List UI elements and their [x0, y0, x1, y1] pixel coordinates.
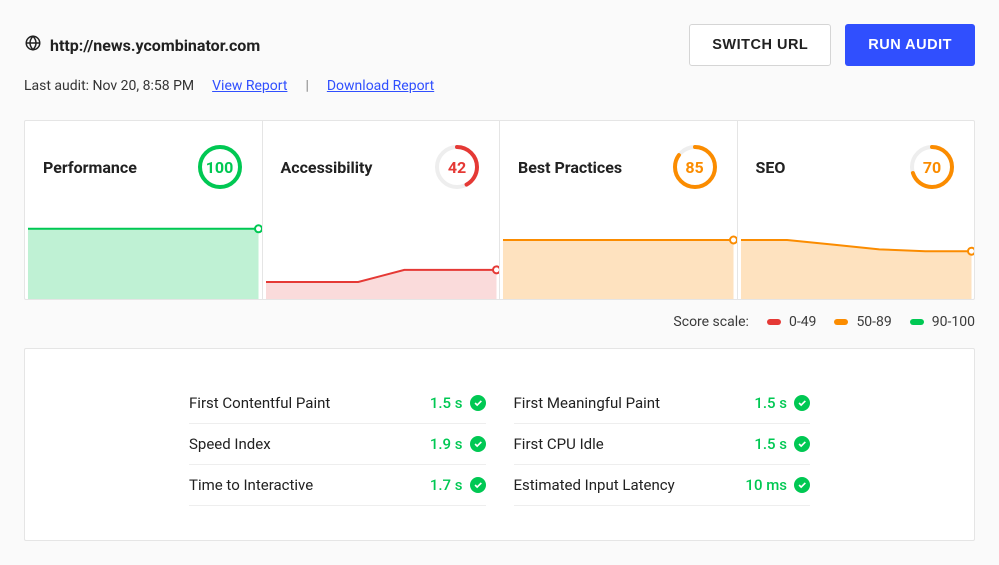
metrics-col-right: First Meaningful Paint 1.5 s First CPU I… [514, 383, 811, 506]
score-value: 100 [196, 143, 244, 191]
globe-icon [24, 34, 42, 56]
audit-url: http://news.ycombinator.com [50, 36, 260, 55]
metric-value: 1.9 s [430, 435, 486, 453]
sparkline [738, 209, 975, 299]
sparkline [500, 209, 737, 299]
separator: | [305, 78, 308, 94]
score-scale-label: Score scale: [673, 314, 749, 330]
metric-value: 1.7 s [430, 476, 486, 494]
card-head: Accessibility 42 [281, 143, 482, 191]
metric-row: First Contentful Paint 1.5 s [189, 383, 486, 424]
score-card[interactable]: Best Practices 85 [500, 121, 737, 299]
sparkline [25, 209, 262, 299]
switch-url-button[interactable]: SWITCH URL [689, 24, 831, 66]
card-title: Performance [43, 158, 137, 177]
header-actions: SWITCH URL RUN AUDIT [689, 24, 975, 66]
scale-high-label: 90-100 [932, 314, 975, 330]
score-value: 70 [908, 143, 956, 191]
scale-low: 0-49 [767, 314, 816, 330]
metric-value-text: 1.7 s [430, 476, 463, 494]
url-group: http://news.ycombinator.com [24, 34, 260, 56]
metric-value-text: 1.5 s [430, 394, 463, 412]
metric-row: Estimated Input Latency 10 ms [514, 465, 811, 506]
check-circle-icon [794, 477, 810, 493]
check-circle-icon [470, 395, 486, 411]
sub-header: Last audit: Nov 20, 8:58 PM View Report … [24, 78, 975, 94]
run-audit-button[interactable]: RUN AUDIT [845, 24, 975, 66]
last-audit-label: Last audit: Nov 20, 8:58 PM [24, 78, 194, 94]
metric-name: First CPU Idle [514, 435, 604, 453]
dot-red-icon [767, 319, 781, 325]
card-head: SEO 70 [756, 143, 957, 191]
scale-high: 90-100 [910, 314, 975, 330]
scale-mid: 50-89 [834, 314, 891, 330]
score-scale: Score scale: 0-49 50-89 90-100 [24, 314, 975, 330]
metric-name: First Contentful Paint [189, 394, 330, 412]
scale-low-label: 0-49 [789, 314, 816, 330]
card-head: Performance 100 [43, 143, 244, 191]
metric-value: 1.5 s [754, 435, 810, 453]
score-ring: 100 [196, 143, 244, 191]
metric-value: 10 ms [745, 476, 810, 494]
metric-row: Time to Interactive 1.7 s [189, 465, 486, 506]
sparkline [263, 209, 500, 299]
download-report-link[interactable]: Download Report [327, 78, 434, 94]
score-ring: 85 [671, 143, 719, 191]
metric-row: First Meaningful Paint 1.5 s [514, 383, 811, 424]
view-report-link[interactable]: View Report [212, 78, 287, 94]
scale-mid-label: 50-89 [856, 314, 891, 330]
metrics-col-left: First Contentful Paint 1.5 s Speed Index… [189, 383, 486, 506]
metric-value-text: 1.9 s [430, 435, 463, 453]
dot-orange-icon [834, 319, 848, 325]
score-card[interactable]: Performance 100 [25, 121, 262, 299]
metric-row: First CPU Idle 1.5 s [514, 424, 811, 465]
score-value: 85 [671, 143, 719, 191]
metric-row: Speed Index 1.9 s [189, 424, 486, 465]
score-card[interactable]: Accessibility 42 [263, 121, 500, 299]
card-head: Best Practices 85 [518, 143, 719, 191]
score-cards: Performance 100 Accessibility [24, 120, 975, 300]
card-title: SEO [756, 158, 786, 177]
metric-name: Estimated Input Latency [514, 476, 675, 494]
header: http://news.ycombinator.com SWITCH URL R… [24, 24, 975, 66]
metric-value-text: 1.5 s [754, 435, 787, 453]
check-circle-icon [794, 395, 810, 411]
metrics-panel: First Contentful Paint 1.5 s Speed Index… [24, 348, 975, 541]
metric-name: First Meaningful Paint [514, 394, 660, 412]
score-ring: 70 [908, 143, 956, 191]
score-card[interactable]: SEO 70 [738, 121, 975, 299]
metric-name: Time to Interactive [189, 476, 313, 494]
score-value: 42 [433, 143, 481, 191]
check-circle-icon [470, 477, 486, 493]
check-circle-icon [470, 436, 486, 452]
score-ring: 42 [433, 143, 481, 191]
metric-value-text: 10 ms [745, 476, 787, 494]
metric-name: Speed Index [189, 435, 271, 453]
metrics-grid: First Contentful Paint 1.5 s Speed Index… [189, 383, 810, 506]
metric-value: 1.5 s [754, 394, 810, 412]
check-circle-icon [794, 436, 810, 452]
metric-value: 1.5 s [430, 394, 486, 412]
metric-value-text: 1.5 s [754, 394, 787, 412]
card-title: Best Practices [518, 158, 622, 177]
card-title: Accessibility [281, 158, 373, 177]
dot-green-icon [910, 319, 924, 325]
